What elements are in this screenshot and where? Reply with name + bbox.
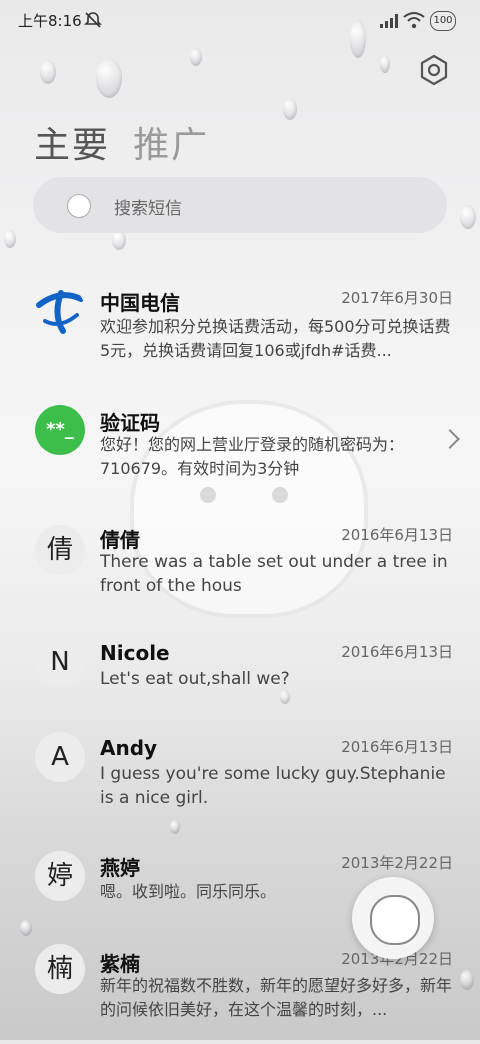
message-item-nicole[interactable]: N Nicole 2016年6月13日 Let's eat out,shall … — [0, 637, 480, 737]
contact-avatar: 婷 — [35, 851, 85, 901]
contact-avatar: 倩 — [35, 525, 85, 575]
search-placeholder: 搜索短信 — [114, 199, 182, 219]
message-date: 2016年6月13日 — [341, 738, 453, 756]
message-preview: I guess you're some lucky guy.Stephanie … — [100, 764, 446, 808]
mute-icon — [84, 12, 102, 28]
message-preview: 新年的祝福数不胜数，新年的愿望好多好多，新年的问候依旧美好，在这个温馨的时刻，.… — [100, 976, 452, 1019]
compose-button[interactable] — [352, 877, 434, 959]
message-sender: 中国电信 — [100, 291, 180, 315]
status-bar: 上午8:16 100 — [0, 0, 480, 42]
contact-avatar: 楠 — [35, 944, 85, 994]
message-preview: Let's eat out,shall we? — [100, 669, 290, 689]
status-time: 上午8:16 — [18, 12, 82, 30]
message-sender: Andy — [100, 736, 158, 760]
message-item-andy[interactable]: A Andy 2016年6月13日 I guess you're some lu… — [0, 732, 480, 832]
message-date: 2013年2月22日 — [341, 854, 453, 872]
code-avatar: **_ — [35, 405, 85, 455]
contact-avatar: N — [35, 637, 85, 687]
message-date: 2016年6月13日 — [341, 643, 453, 661]
tab-bar: 主要 推广 — [34, 116, 227, 168]
message-sender: Nicole — [100, 641, 170, 665]
message-preview: 您好！您的网上营业厅登录的随机密码为：710679。有效时间为3分钟 — [100, 435, 405, 478]
message-date: 2016年6月13日 — [341, 526, 453, 544]
settings-icon[interactable] — [417, 53, 451, 87]
message-sender: 燕婷 — [100, 856, 140, 880]
tab-main[interactable]: 主要 — [34, 116, 110, 168]
cat-compose-icon — [370, 895, 420, 945]
signal-icon — [380, 14, 398, 28]
message-item-china-telecom[interactable]: 中国电信 2017年6月30日 欢迎参加积分兑换话费活动，每500分可兑换话费5… — [0, 280, 480, 380]
china-telecom-logo — [36, 290, 84, 334]
tab-promotion[interactable]: 推广 — [133, 116, 209, 168]
message-sender: 验证码 — [100, 411, 160, 435]
battery-icon: 100 — [430, 11, 456, 31]
message-sender: 紫楠 — [100, 952, 140, 976]
message-item-zinan[interactable]: 楠 紫楠 2013年2月22日 新年的祝福数不胜数，新年的愿望好多好多，新年的问… — [0, 944, 480, 1044]
search-bar[interactable]: 搜索短信 — [33, 177, 447, 233]
message-sender: 倩倩 — [100, 528, 140, 552]
message-date: 2017年6月30日 — [341, 289, 453, 307]
message-preview: There was a table set out under a tree i… — [100, 552, 448, 596]
message-item-verification[interactable]: **_ 验证码 您好！您的网上营业厅登录的随机密码为：710679。有效时间为3… — [0, 400, 480, 500]
wifi-icon — [403, 12, 425, 29]
contact-avatar: A — [35, 732, 85, 782]
message-preview: 欢迎参加积分兑换话费活动，每500分可兑换话费5元，兑换话费请回复106或jfd… — [100, 317, 451, 360]
message-item-qianqian[interactable]: 倩 倩倩 2016年6月13日 There was a table set ou… — [0, 520, 480, 620]
cat-search-icon — [67, 194, 91, 218]
